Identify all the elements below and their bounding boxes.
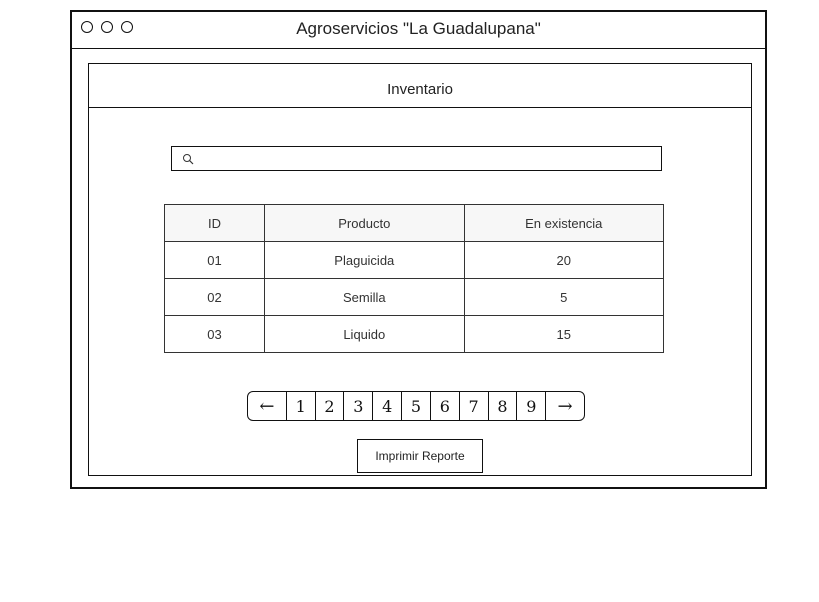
page-button-1[interactable]: 1 bbox=[285, 392, 315, 420]
page-button-6[interactable]: 6 bbox=[429, 392, 459, 420]
arrow-left-icon[interactable]: ← bbox=[248, 392, 286, 420]
table-header-row: ID Producto En existencia bbox=[163, 204, 665, 242]
page-button-3[interactable]: 3 bbox=[343, 392, 372, 420]
column-header-existencia[interactable]: En existencia bbox=[463, 204, 665, 242]
cell-producto: Plaguicida bbox=[264, 241, 465, 279]
app-title: Agroservicios "La Guadalupana" bbox=[296, 19, 541, 38]
print-report-button[interactable]: Imprimir Reporte bbox=[357, 439, 483, 473]
title-bar: Agroservicios "La Guadalupana" bbox=[72, 12, 765, 49]
page-button-4[interactable]: 4 bbox=[372, 392, 401, 420]
table-row[interactable]: 01 Plaguicida 20 bbox=[163, 241, 665, 279]
search-input[interactable] bbox=[200, 149, 655, 170]
pagination: ← 1 2 3 4 5 6 7 8 9 → bbox=[247, 391, 585, 421]
cell-existencia: 15 bbox=[463, 315, 665, 353]
cell-id: 02 bbox=[163, 278, 266, 316]
table-row[interactable]: 02 Semilla 5 bbox=[163, 278, 665, 316]
table-row[interactable]: 03 Liquido 15 bbox=[163, 315, 665, 353]
page-button-2[interactable]: 2 bbox=[314, 392, 344, 420]
arrow-right-icon[interactable]: → bbox=[545, 392, 584, 420]
search-box[interactable] bbox=[171, 146, 662, 171]
column-header-producto[interactable]: Producto bbox=[264, 204, 465, 242]
cell-producto: Semilla bbox=[264, 278, 465, 316]
cell-id: 01 bbox=[163, 241, 266, 279]
cell-producto: Liquido bbox=[264, 315, 465, 353]
page-button-5[interactable]: 5 bbox=[401, 392, 430, 420]
cell-existencia: 5 bbox=[463, 278, 665, 316]
page-button-8[interactable]: 8 bbox=[487, 392, 517, 420]
search-icon bbox=[183, 154, 194, 165]
page-button-7[interactable]: 7 bbox=[458, 392, 488, 420]
column-header-id[interactable]: ID bbox=[163, 204, 266, 242]
panel-header: Inventario bbox=[89, 64, 751, 108]
page-button-9[interactable]: 9 bbox=[516, 392, 545, 420]
inventory-panel: Inventario ID Producto En existencia 01 … bbox=[88, 63, 752, 476]
cell-id: 03 bbox=[163, 315, 266, 353]
inventory-table: ID Producto En existencia 01 Plaguicida … bbox=[163, 204, 665, 353]
cell-existencia: 20 bbox=[463, 241, 665, 279]
app-window: Agroservicios "La Guadalupana" Inventari… bbox=[70, 10, 767, 489]
panel-title: Inventario bbox=[387, 81, 453, 98]
